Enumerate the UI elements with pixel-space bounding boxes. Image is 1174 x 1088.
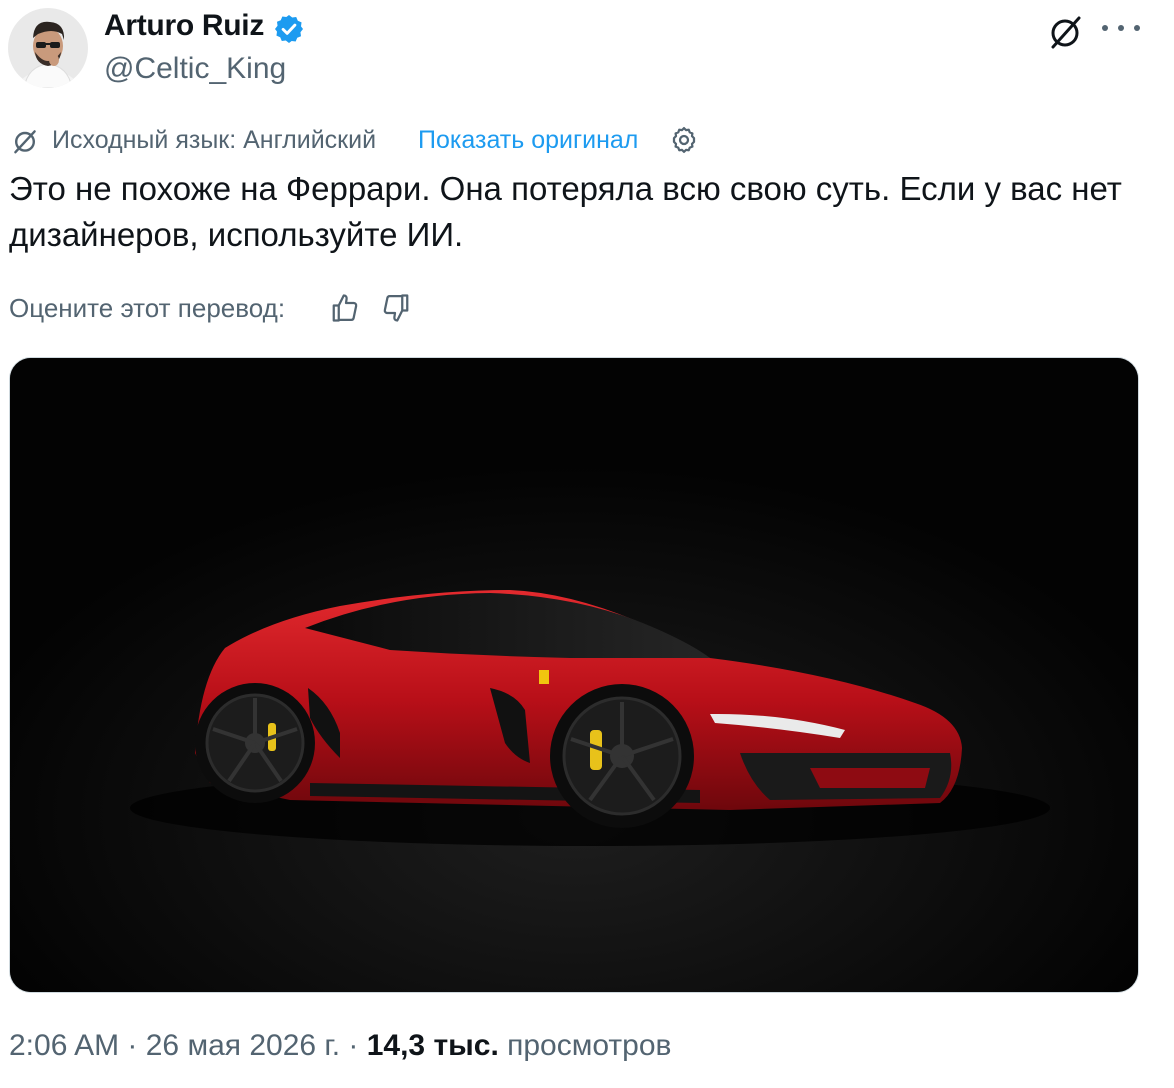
more-dot xyxy=(1102,25,1108,31)
translation-source-label: Исходный язык: Английский xyxy=(52,126,377,154)
more-dot xyxy=(1134,25,1140,31)
tweet-meta: 2:06 AM · 26 мая 2026 г. · 14,3 тыс. про… xyxy=(9,1029,671,1063)
views-label: просмотров xyxy=(507,1029,672,1062)
gear-icon[interactable] xyxy=(669,125,699,155)
more-icon[interactable] xyxy=(1100,12,1142,44)
tweet-date[interactable]: 26 мая 2026 г. xyxy=(146,1029,340,1062)
author-name[interactable]: Arturo Ruiz xyxy=(104,9,264,43)
grok-translate-icon xyxy=(9,125,41,157)
author-handle[interactable]: @Celtic_King xyxy=(104,52,286,86)
tweet-time[interactable]: 2:06 AM xyxy=(9,1029,119,1062)
show-original-link[interactable]: Показать оригинал xyxy=(418,126,638,155)
avatar[interactable] xyxy=(8,8,88,88)
more-dot xyxy=(1118,25,1124,31)
grok-icon[interactable] xyxy=(1046,12,1086,52)
views-count: 14,3 тыс. xyxy=(366,1029,499,1062)
tweet-media-image[interactable] xyxy=(9,357,1139,993)
verified-badge-icon xyxy=(273,13,305,45)
rate-translation-label: Оцените этот перевод: xyxy=(9,293,286,323)
meta-separator: · xyxy=(340,1029,367,1062)
thumbs-up-icon[interactable] xyxy=(330,291,360,325)
tweet-text: Это не похоже на Феррари. Она потеряла в… xyxy=(9,170,1122,253)
thumbs-down-icon[interactable] xyxy=(381,291,411,325)
meta-separator: · xyxy=(119,1029,146,1062)
car-photo xyxy=(10,358,1138,992)
